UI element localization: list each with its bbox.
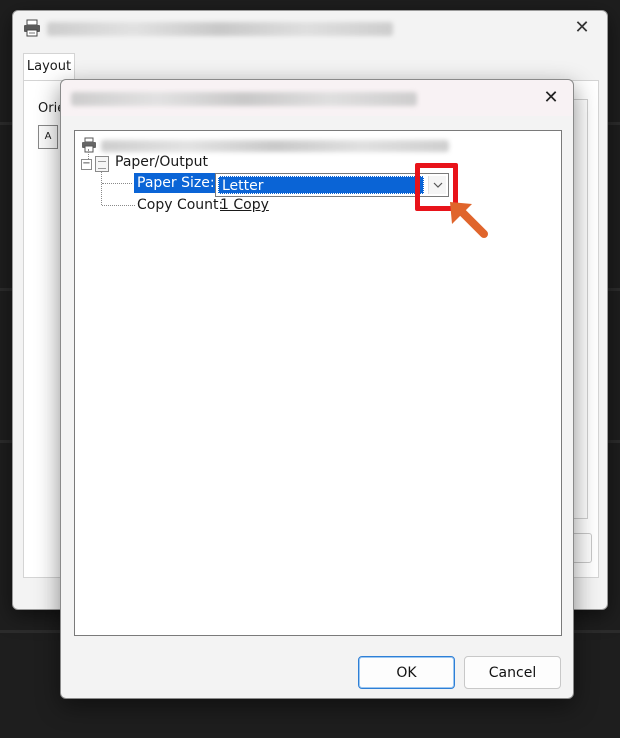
- orientation-portrait-icon: A: [38, 125, 58, 149]
- copy-count-label: Copy Count:: [137, 197, 224, 213]
- tree-connector: [102, 183, 132, 184]
- annotation-arrow-icon: [450, 202, 488, 238]
- blurred-window-title: [47, 22, 393, 36]
- cancel-button[interactable]: Cancel: [464, 656, 561, 689]
- printer-icon: [81, 137, 97, 157]
- dialog-titlebar: ✕: [61, 80, 573, 116]
- tree-connector: [101, 171, 102, 205]
- tree-node-paper-output[interactable]: Paper/Output: [115, 154, 208, 170]
- advanced-options-dialog: ✕ − Paper/Output Paper Size: Letter Copy…: [60, 79, 574, 699]
- copy-count-value[interactable]: 1 Copy: [220, 197, 269, 213]
- close-icon[interactable]: ✕: [539, 86, 563, 110]
- paper-size-value: Letter: [218, 176, 424, 194]
- ok-button[interactable]: OK: [358, 656, 455, 689]
- close-icon[interactable]: ✕: [571, 17, 593, 39]
- paper-size-label[interactable]: Paper Size:: [134, 173, 218, 193]
- blurred-printer-name: [101, 140, 449, 152]
- tree-connector: [102, 205, 135, 206]
- tab-layout[interactable]: Layout: [23, 53, 75, 81]
- tree-collapse-icon[interactable]: −: [81, 159, 92, 170]
- blurred-dialog-title: [71, 92, 417, 106]
- paper-size-dropdown[interactable]: Letter: [215, 173, 449, 197]
- document-icon: [95, 156, 109, 172]
- back-window-titlebar: ✕: [13, 11, 607, 45]
- printer-icon: [23, 19, 41, 41]
